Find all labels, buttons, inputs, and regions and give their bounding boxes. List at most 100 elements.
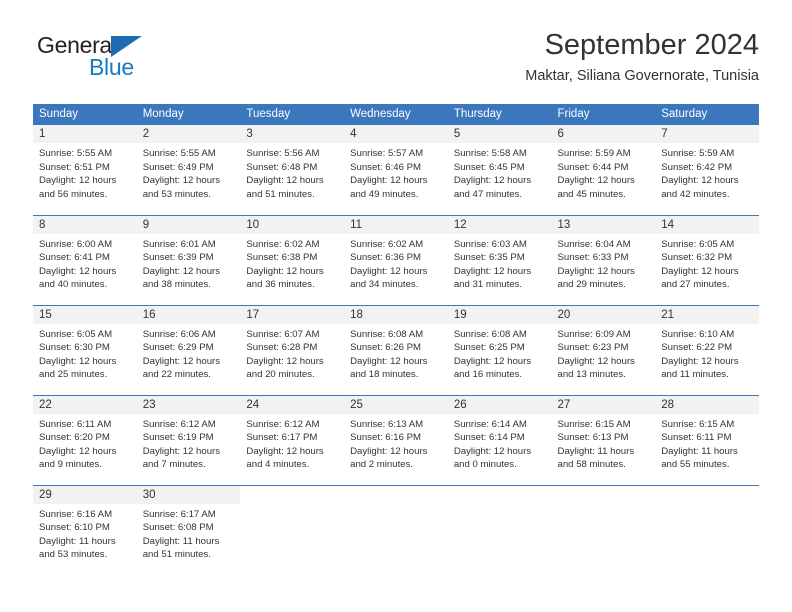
- day-details: [655, 504, 759, 508]
- day-details: Sunrise: 6:08 AM Sunset: 6:25 PM Daylight:…: [448, 324, 552, 382]
- day-details: Sunrise: 6:12 AM Sunset: 6:17 PM Daylight:…: [240, 414, 344, 472]
- day-sunset-text: Sunset: 6:30 PM: [39, 342, 110, 354]
- day-daylight-1-text: Daylight: 12 hours: [246, 445, 324, 457]
- day-daylight-1-text: Daylight: 12 hours: [661, 175, 739, 187]
- day-daylight-2-text: and 29 minutes.: [557, 279, 626, 291]
- day-daylight-1-text: Daylight: 12 hours: [557, 265, 635, 277]
- day-sunset-text: Sunset: 6:29 PM: [142, 342, 214, 354]
- calendar-day-cell[interactable]: 3 Sunrise: 5:56 AM Sunset: 6:48 PM Daylight…: [240, 125, 345, 215]
- calendar-day-cell[interactable]: 9 Sunrise: 6:01 AM Sunset: 6:39 PM Daylight…: [136, 214, 241, 305]
- calendar-day-cell[interactable]: 23 Sunrise: 6:12 AM Sunset: 6:19 PM Dayligh…: [136, 394, 241, 485]
- calendar-day-cell[interactable]: 5 Sunrise: 5:58 AM Sunset: 6:45 PM Daylight…: [447, 125, 552, 215]
- day-details: Sunrise: 6:17 AM Sunset: 6:08 PM Daylight:…: [137, 504, 241, 562]
- calendar-day-cell[interactable]: 19 Sunrise: 6:08 AM Sunset: 6:25 PM Dayligh…: [447, 304, 552, 395]
- calendar-header-row: Sunday Monday Tuesday Wednesday Thursday…: [33, 104, 759, 125]
- day-details: Sunrise: 6:01 AM Sunset: 6:39 PM Daylight:…: [137, 234, 241, 292]
- day-sunrise-text: Sunrise: 5:55 AM: [39, 148, 113, 159]
- day-daylight-2-text: and 22 minutes.: [142, 369, 211, 381]
- day-details: Sunrise: 6:04 AM Sunset: 6:33 PM Daylight:…: [552, 234, 656, 292]
- day-sunrise-text: Sunrise: 6:05 AM: [39, 328, 113, 340]
- day-number: 21: [655, 305, 759, 324]
- day-sunrise-text: Sunrise: 6:08 AM: [453, 328, 527, 340]
- day-sunset-text: Sunset: 6:08 PM: [142, 522, 214, 534]
- day-sunrise-text: Sunrise: 6:15 AM: [661, 418, 735, 430]
- weekday-header-monday: Monday: [136, 104, 241, 125]
- day-daylight-1-text: Daylight: 12 hours: [453, 265, 532, 277]
- calendar-day-cell[interactable]: 26 Sunrise: 6:14 AM Sunset: 6:14 PM Dayligh…: [447, 394, 552, 485]
- page-title: September 2024: [544, 29, 759, 61]
- day-daylight-1-text: Daylight: 12 hours: [39, 445, 117, 457]
- day-sunset-text: Sunset: 6:49 PM: [142, 161, 214, 173]
- day-details: Sunrise: 6:02 AM Sunset: 6:36 PM Daylight:…: [344, 234, 448, 292]
- calendar-day-cell[interactable]: 27 Sunrise: 6:15 AM Sunset: 6:13 PM Dayligh…: [551, 394, 656, 485]
- day-details: Sunrise: 6:02 AM Sunset: 6:38 PM Daylight:…: [240, 234, 344, 292]
- day-number: 24: [240, 395, 345, 414]
- calendar-day-cell[interactable]: 22 Sunrise: 6:11 AM Sunset: 6:20 PM Dayligh…: [33, 394, 137, 485]
- calendar-day-cell[interactable]: 6 Sunrise: 5:59 AM Sunset: 6:44 PM Daylight…: [551, 125, 656, 215]
- day-sunrise-text: Sunrise: 6:02 AM: [246, 238, 320, 250]
- day-daylight-2-text: and 53 minutes.: [39, 549, 108, 561]
- day-details: Sunrise: 5:59 AM Sunset: 6:42 PM Daylight:…: [655, 143, 759, 201]
- day-daylight-2-text: and 40 minutes.: [39, 279, 108, 291]
- weekday-header-thursday: Thursday: [447, 104, 552, 125]
- day-number: 16: [136, 305, 241, 324]
- day-daylight-1-text: Daylight: 12 hours: [39, 175, 117, 187]
- day-sunset-text: Sunset: 6:19 PM: [142, 432, 214, 444]
- day-daylight-1-text: Daylight: 12 hours: [246, 265, 324, 277]
- day-number: 9: [136, 215, 241, 234]
- day-details: Sunrise: 5:55 AM Sunset: 6:51 PM Daylight:…: [33, 143, 137, 201]
- calendar-day-cell[interactable]: 28 Sunrise: 6:15 AM Sunset: 6:11 PM Dayligh…: [655, 394, 759, 485]
- calendar-day-cell[interactable]: 17 Sunrise: 6:07 AM Sunset: 6:28 PM Dayligh…: [240, 304, 345, 395]
- day-details: Sunrise: 6:00 AM Sunset: 6:41 PM Daylight:…: [33, 234, 137, 292]
- day-daylight-2-text: and 36 minutes.: [246, 279, 315, 291]
- calendar-day-cell-empty: [655, 484, 759, 575]
- calendar-day-cell[interactable]: 7 Sunrise: 5:59 AM Sunset: 6:42 PM Daylight…: [655, 125, 759, 215]
- calendar-day-cell[interactable]: 20 Sunrise: 6:09 AM Sunset: 6:23 PM Dayligh…: [551, 304, 656, 395]
- day-number: 11: [344, 215, 448, 234]
- day-daylight-1-text: Daylight: 12 hours: [661, 355, 739, 367]
- calendar-day-cell[interactable]: 10 Sunrise: 6:02 AM Sunset: 6:38 PM Dayligh…: [240, 214, 345, 305]
- day-details: Sunrise: 6:15 AM Sunset: 6:11 PM Daylight:…: [655, 414, 759, 472]
- day-number: [551, 485, 656, 504]
- day-daylight-1-text: Daylight: 12 hours: [557, 355, 635, 367]
- day-number: 1: [33, 125, 137, 143]
- page-header: General Blue September 2024 Maktar, Sili…: [33, 26, 759, 98]
- calendar-day-cell[interactable]: 8 Sunrise: 6:00 AM Sunset: 6:41 PM Daylight…: [33, 214, 137, 305]
- day-sunrise-text: Sunrise: 6:01 AM: [142, 238, 216, 250]
- day-daylight-2-text: and 42 minutes.: [661, 188, 730, 200]
- day-number: 14: [655, 215, 759, 234]
- day-sunrise-text: Sunrise: 5:55 AM: [142, 148, 216, 159]
- calendar-day-cell[interactable]: 30 Sunrise: 6:17 AM Sunset: 6:08 PM Dayligh…: [136, 484, 241, 575]
- calendar-week-row: 29 Sunrise: 6:16 AM Sunset: 6:10 PM Dayligh…: [33, 484, 759, 575]
- day-details: Sunrise: 6:09 AM Sunset: 6:23 PM Daylight:…: [552, 324, 656, 382]
- day-daylight-2-text: and 34 minutes.: [350, 279, 419, 291]
- calendar-day-cell[interactable]: 15 Sunrise: 6:05 AM Sunset: 6:30 PM Dayligh…: [33, 304, 137, 395]
- day-sunset-text: Sunset: 6:48 PM: [246, 161, 318, 173]
- calendar-day-cell[interactable]: 25 Sunrise: 6:13 AM Sunset: 6:16 PM Dayligh…: [344, 394, 448, 485]
- day-details: Sunrise: 6:10 AM Sunset: 6:22 PM Daylight:…: [655, 324, 759, 382]
- day-daylight-1-text: Daylight: 11 hours: [142, 535, 220, 547]
- calendar-day-cell[interactable]: 12 Sunrise: 6:03 AM Sunset: 6:35 PM Dayligh…: [447, 214, 552, 305]
- day-details: Sunrise: 5:57 AM Sunset: 6:46 PM Daylight:…: [344, 143, 448, 201]
- day-sunset-text: Sunset: 6:28 PM: [246, 342, 318, 354]
- day-daylight-2-text: and 4 minutes.: [246, 459, 310, 471]
- day-sunrise-text: Sunrise: 6:11 AM: [39, 418, 112, 430]
- general-blue-logo[interactable]: General Blue: [33, 32, 223, 88]
- calendar-day-cell[interactable]: 2 Sunrise: 5:55 AM Sunset: 6:49 PM Daylight…: [136, 125, 241, 215]
- day-sunrise-text: Sunrise: 6:10 AM: [661, 328, 735, 340]
- day-details: Sunrise: 5:59 AM Sunset: 6:44 PM Daylight:…: [552, 143, 656, 201]
- calendar-day-cell[interactable]: 16 Sunrise: 6:06 AM Sunset: 6:29 PM Dayligh…: [136, 304, 241, 395]
- calendar-day-cell[interactable]: 18 Sunrise: 6:08 AM Sunset: 6:26 PM Dayligh…: [344, 304, 448, 395]
- calendar-day-cell[interactable]: 4 Sunrise: 5:57 AM Sunset: 6:46 PM Daylight…: [344, 125, 448, 215]
- day-sunset-text: Sunset: 6:26 PM: [350, 342, 422, 354]
- calendar-day-cell[interactable]: 1 Sunrise: 5:55 AM Sunset: 6:51 PM Daylight…: [33, 125, 137, 215]
- calendar-day-cell[interactable]: 13 Sunrise: 6:04 AM Sunset: 6:33 PM Dayligh…: [551, 214, 656, 305]
- day-daylight-2-text: and 55 minutes.: [661, 459, 730, 471]
- calendar-day-cell[interactable]: 21 Sunrise: 6:10 AM Sunset: 6:22 PM Dayligh…: [655, 304, 759, 395]
- calendar-day-cell[interactable]: 29 Sunrise: 6:16 AM Sunset: 6:10 PM Dayligh…: [33, 484, 137, 575]
- calendar-day-cell[interactable]: 24 Sunrise: 6:12 AM Sunset: 6:17 PM Dayligh…: [240, 394, 345, 485]
- calendar-day-cell[interactable]: 11 Sunrise: 6:02 AM Sunset: 6:36 PM Dayligh…: [344, 214, 448, 305]
- day-daylight-2-text: and 16 minutes.: [453, 369, 523, 381]
- calendar-day-cell[interactable]: 14 Sunrise: 6:05 AM Sunset: 6:32 PM Dayligh…: [655, 214, 759, 305]
- day-sunset-text: Sunset: 6:51 PM: [39, 161, 110, 173]
